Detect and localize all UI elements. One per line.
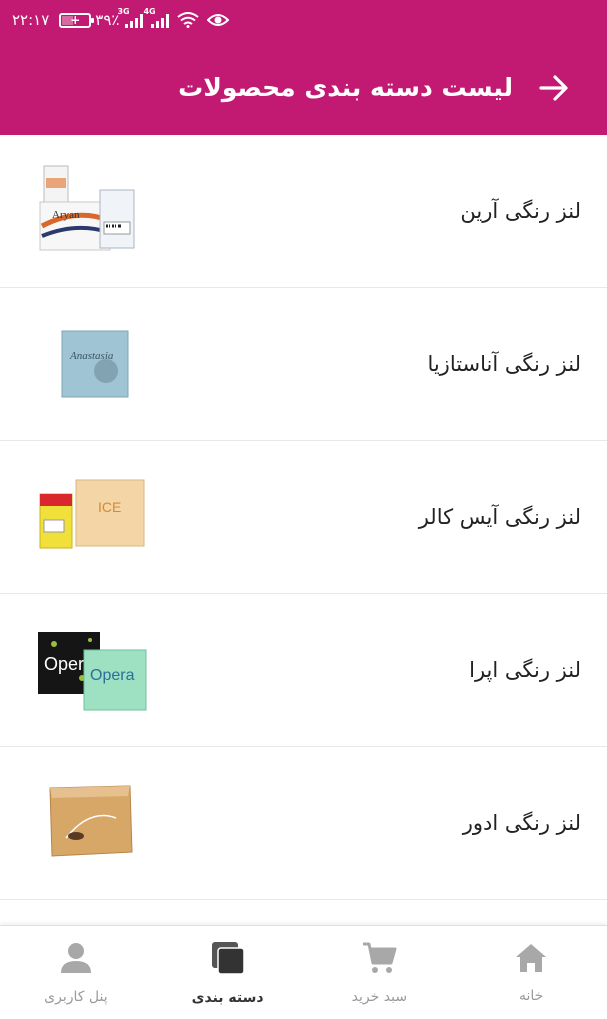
nav-home-label: خانه [518, 987, 544, 1004]
category-item-arian[interactable]: لنز رنگی آرین Aryan [0, 135, 607, 288]
category-label: لنز رنگی اپرا [469, 658, 581, 682]
user-icon [59, 941, 93, 979]
battery-percent: ۳۹٪ [95, 11, 120, 29]
category-label: لنز رنگی ادور [462, 811, 581, 835]
bottom-navigation: خانه سبد خرید دسته بندی پنل کاربری [0, 925, 607, 1019]
app-bar: لیست دسته بندی محصولات [0, 40, 607, 135]
product-image: Opera Opera [36, 610, 156, 730]
nav-cart[interactable]: سبد خرید [304, 926, 456, 1019]
categories-icon [210, 940, 246, 980]
category-list: لنز رنگی آرین Aryan لنز رنگی آناستازیا A… [0, 135, 607, 925]
svg-text:ICE: ICE [98, 499, 121, 515]
category-item-ice-color[interactable]: لنز رنگی آیس کالر ICE [0, 441, 607, 594]
svg-text:Anastasia: Anastasia [69, 350, 114, 362]
nav-categories[interactable]: دسته بندی [152, 926, 304, 1019]
nav-home[interactable]: خانه [455, 926, 607, 1019]
arrow-right-icon[interactable] [537, 71, 571, 105]
category-item-opera[interactable]: لنز رنگی اپرا Opera Opera [0, 594, 607, 747]
page-title: لیست دسته بندی محصولات [178, 73, 513, 102]
category-label: لنز رنگی آیس کالر [418, 505, 581, 529]
status-time: ۲۲:۱۷ [12, 11, 50, 29]
nav-user-panel[interactable]: پنل کاربری [0, 926, 152, 1019]
category-item-adore[interactable]: لنز رنگی ادور [0, 747, 607, 900]
svg-text:Opera: Opera [90, 667, 135, 684]
nav-categories-label: دسته بندی [191, 989, 264, 1006]
eye-icon [207, 12, 230, 28]
home-icon [514, 942, 548, 978]
category-item-anastasia[interactable]: لنز رنگی آناستازیا Anastasia [0, 288, 607, 441]
product-image: Aryan [36, 151, 156, 271]
signal-3g-icon: 3G [117, 7, 144, 28]
svg-text:Aryan: Aryan [52, 209, 80, 221]
signal-4g-icon: 4G [143, 7, 170, 28]
category-label: لنز رنگی آرین [460, 199, 581, 223]
nav-cart-label: سبد خرید [351, 988, 408, 1005]
category-label: لنز رنگی آناستازیا [427, 352, 581, 376]
nav-user-panel-label: پنل کاربری [44, 988, 108, 1005]
product-image [36, 763, 156, 883]
cart-icon [361, 941, 397, 979]
battery-icon: + [59, 12, 95, 28]
product-image: ICE [36, 457, 156, 577]
wifi-icon [177, 12, 200, 28]
status-bar: ۲۲:۱۷ + ۳۹٪ 3G 4G [0, 0, 607, 40]
product-image: Anastasia [36, 304, 156, 424]
